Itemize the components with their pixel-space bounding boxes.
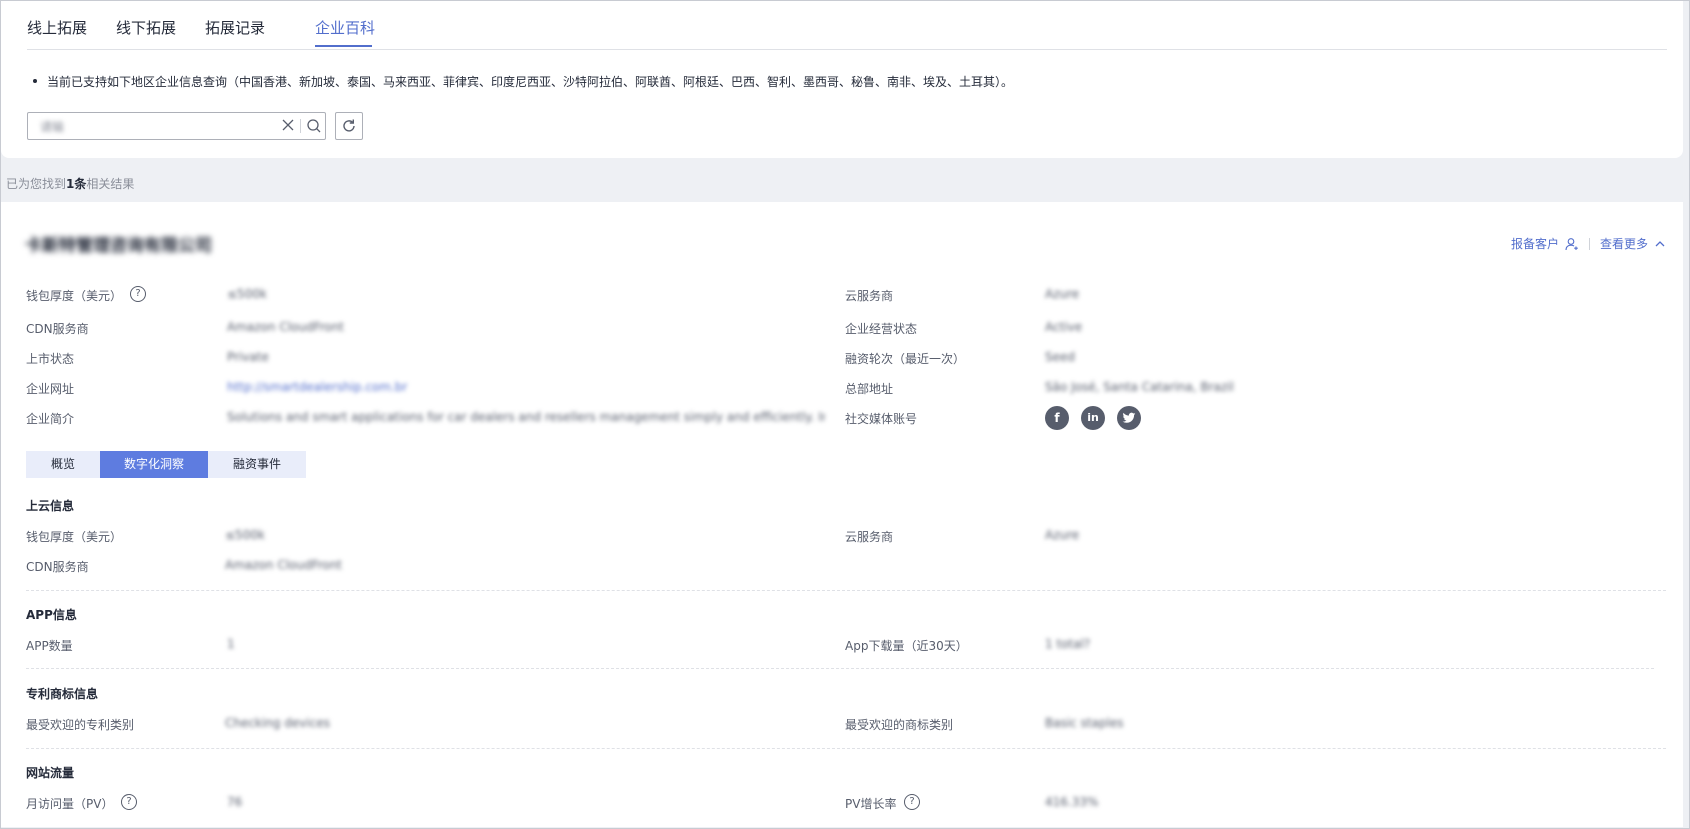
help-icon[interactable]: ? — [130, 286, 146, 302]
section-divider — [26, 668, 1654, 669]
patent-category-label: 最受欢迎的专利类别 — [26, 718, 135, 732]
section-title-patent: 专利商标信息 — [26, 687, 99, 701]
subtab-digital-insight[interactable]: 数字化洞察 — [100, 451, 208, 478]
website-label: 企业网址 — [26, 382, 75, 396]
help-icon[interactable]: ? — [904, 794, 920, 810]
cloud-cdn-value: Amazon CloudFront — [225, 558, 342, 572]
hq-address-value: São José, Santa Catarina, Brazil — [1045, 380, 1234, 394]
social-media-label: 社交媒体账号 — [845, 412, 918, 426]
facebook-icon[interactable]: f — [1045, 406, 1069, 430]
app-downloads-value: 1 total? — [1045, 637, 1091, 651]
section-title-cloud: 上云信息 — [26, 499, 75, 513]
active-tab-indicator — [315, 45, 372, 47]
cloud-wallet-value: ≤500k — [225, 528, 265, 542]
supported-regions-notice: 当前已支持如下地区企业信息查询（中国香港、新加坡、泰国、马来西亚、菲律宾、印度尼… — [33, 73, 1013, 90]
tab-expansion-records[interactable]: 拓展记录 — [205, 17, 265, 38]
business-status-value: Active — [1045, 320, 1083, 334]
patent-category-value: Checking devices — [225, 716, 330, 730]
company-name: 卡斯特管理咨询有限公司 — [25, 236, 212, 256]
section-title-traffic: 网站流量 — [26, 766, 75, 780]
refresh-button[interactable] — [335, 112, 363, 140]
section-title-app: APP信息 — [26, 608, 77, 622]
detail-subtabs: 概览 数字化洞察 融资事件 — [26, 451, 306, 478]
tab-company-encyclopedia[interactable]: 企业百科 — [315, 17, 375, 38]
subtab-funding-events[interactable]: 融资事件 — [208, 451, 306, 478]
website-link[interactable]: http://smartdealership.com.br — [227, 380, 407, 394]
company-actions: 报备客户 查看更多 — [1511, 235, 1666, 252]
tab-offline-expansion[interactable]: 线下拓展 — [116, 17, 176, 38]
cloud-cdn-label: CDN服务商 — [26, 560, 89, 574]
monthly-pv-label: 月访问量（PV） — [26, 797, 114, 811]
cloud-provider-label: 云服务商 — [845, 289, 894, 303]
intro-value: Solutions and smart applications for car… — [227, 410, 825, 424]
tab-bar: 线上拓展 线下拓展 拓展记录 企业百科 — [27, 1, 1667, 50]
app-count-value: 1 — [227, 637, 235, 651]
funding-round-label: 融资轮次（最近一次） — [845, 352, 966, 366]
trademark-category-value: Basic staples — [1045, 716, 1124, 730]
search-input-value: 请输 — [40, 120, 65, 134]
section-divider — [26, 748, 1666, 749]
hq-address-label: 总部地址 — [845, 382, 894, 396]
search-divider — [300, 119, 301, 133]
section-divider — [26, 590, 1666, 591]
pv-growth-label: PV增长率 — [845, 797, 897, 811]
pv-growth-value: 416.33% — [1045, 795, 1099, 809]
monthly-pv-value: 76 — [227, 795, 243, 809]
funding-round-value: Seed — [1045, 350, 1075, 364]
clear-icon[interactable] — [279, 116, 297, 134]
cloud-provider-value: Azure — [1045, 287, 1080, 301]
trademark-category-label: 最受欢迎的商标类别 — [845, 718, 954, 732]
twitter-icon[interactable] — [1117, 406, 1141, 430]
cdn-label: CDN服务商 — [26, 322, 89, 336]
business-status-label: 企业经营状态 — [845, 322, 918, 336]
chevron-up-icon — [1655, 240, 1665, 246]
app-count-label: APP数量 — [26, 639, 73, 653]
report-customer-button[interactable]: 报备客户 — [1511, 235, 1579, 252]
intro-label: 企业简介 — [26, 412, 75, 426]
listing-status-value: Private — [227, 350, 269, 364]
wallet-label: 钱包厚度（美元） — [26, 289, 123, 303]
user-add-icon — [1565, 237, 1578, 250]
view-more-button[interactable]: 查看更多 — [1600, 235, 1666, 252]
cdn-value: Amazon CloudFront — [227, 320, 344, 334]
cloud-wallet-label: 钱包厚度（美元） — [26, 530, 123, 544]
cloud-provider-label-2: 云服务商 — [845, 530, 894, 544]
cloud-provider-value-2: Azure — [1045, 528, 1080, 542]
app-downloads-label: App下载量（近30天） — [845, 639, 968, 653]
search-panel: 线上拓展 线下拓展 拓展记录 企业百科 当前已支持如下地区企业信息查询（中国香港… — [1, 1, 1683, 158]
listing-status-label: 上市状态 — [26, 352, 75, 366]
help-icon[interactable]: ? — [121, 794, 137, 810]
wallet-value: ≤500k — [227, 287, 267, 301]
tab-online-expansion[interactable]: 线上拓展 — [27, 17, 87, 38]
action-divider — [1588, 237, 1590, 250]
linkedin-icon[interactable]: in — [1081, 406, 1105, 430]
subtab-overview[interactable]: 概览 — [26, 451, 100, 478]
refresh-icon — [343, 119, 355, 132]
search-input[interactable]: 请输 — [27, 112, 326, 140]
result-count: 已为您找到1条相关结果 — [6, 177, 135, 191]
search-icon[interactable] — [305, 117, 323, 135]
